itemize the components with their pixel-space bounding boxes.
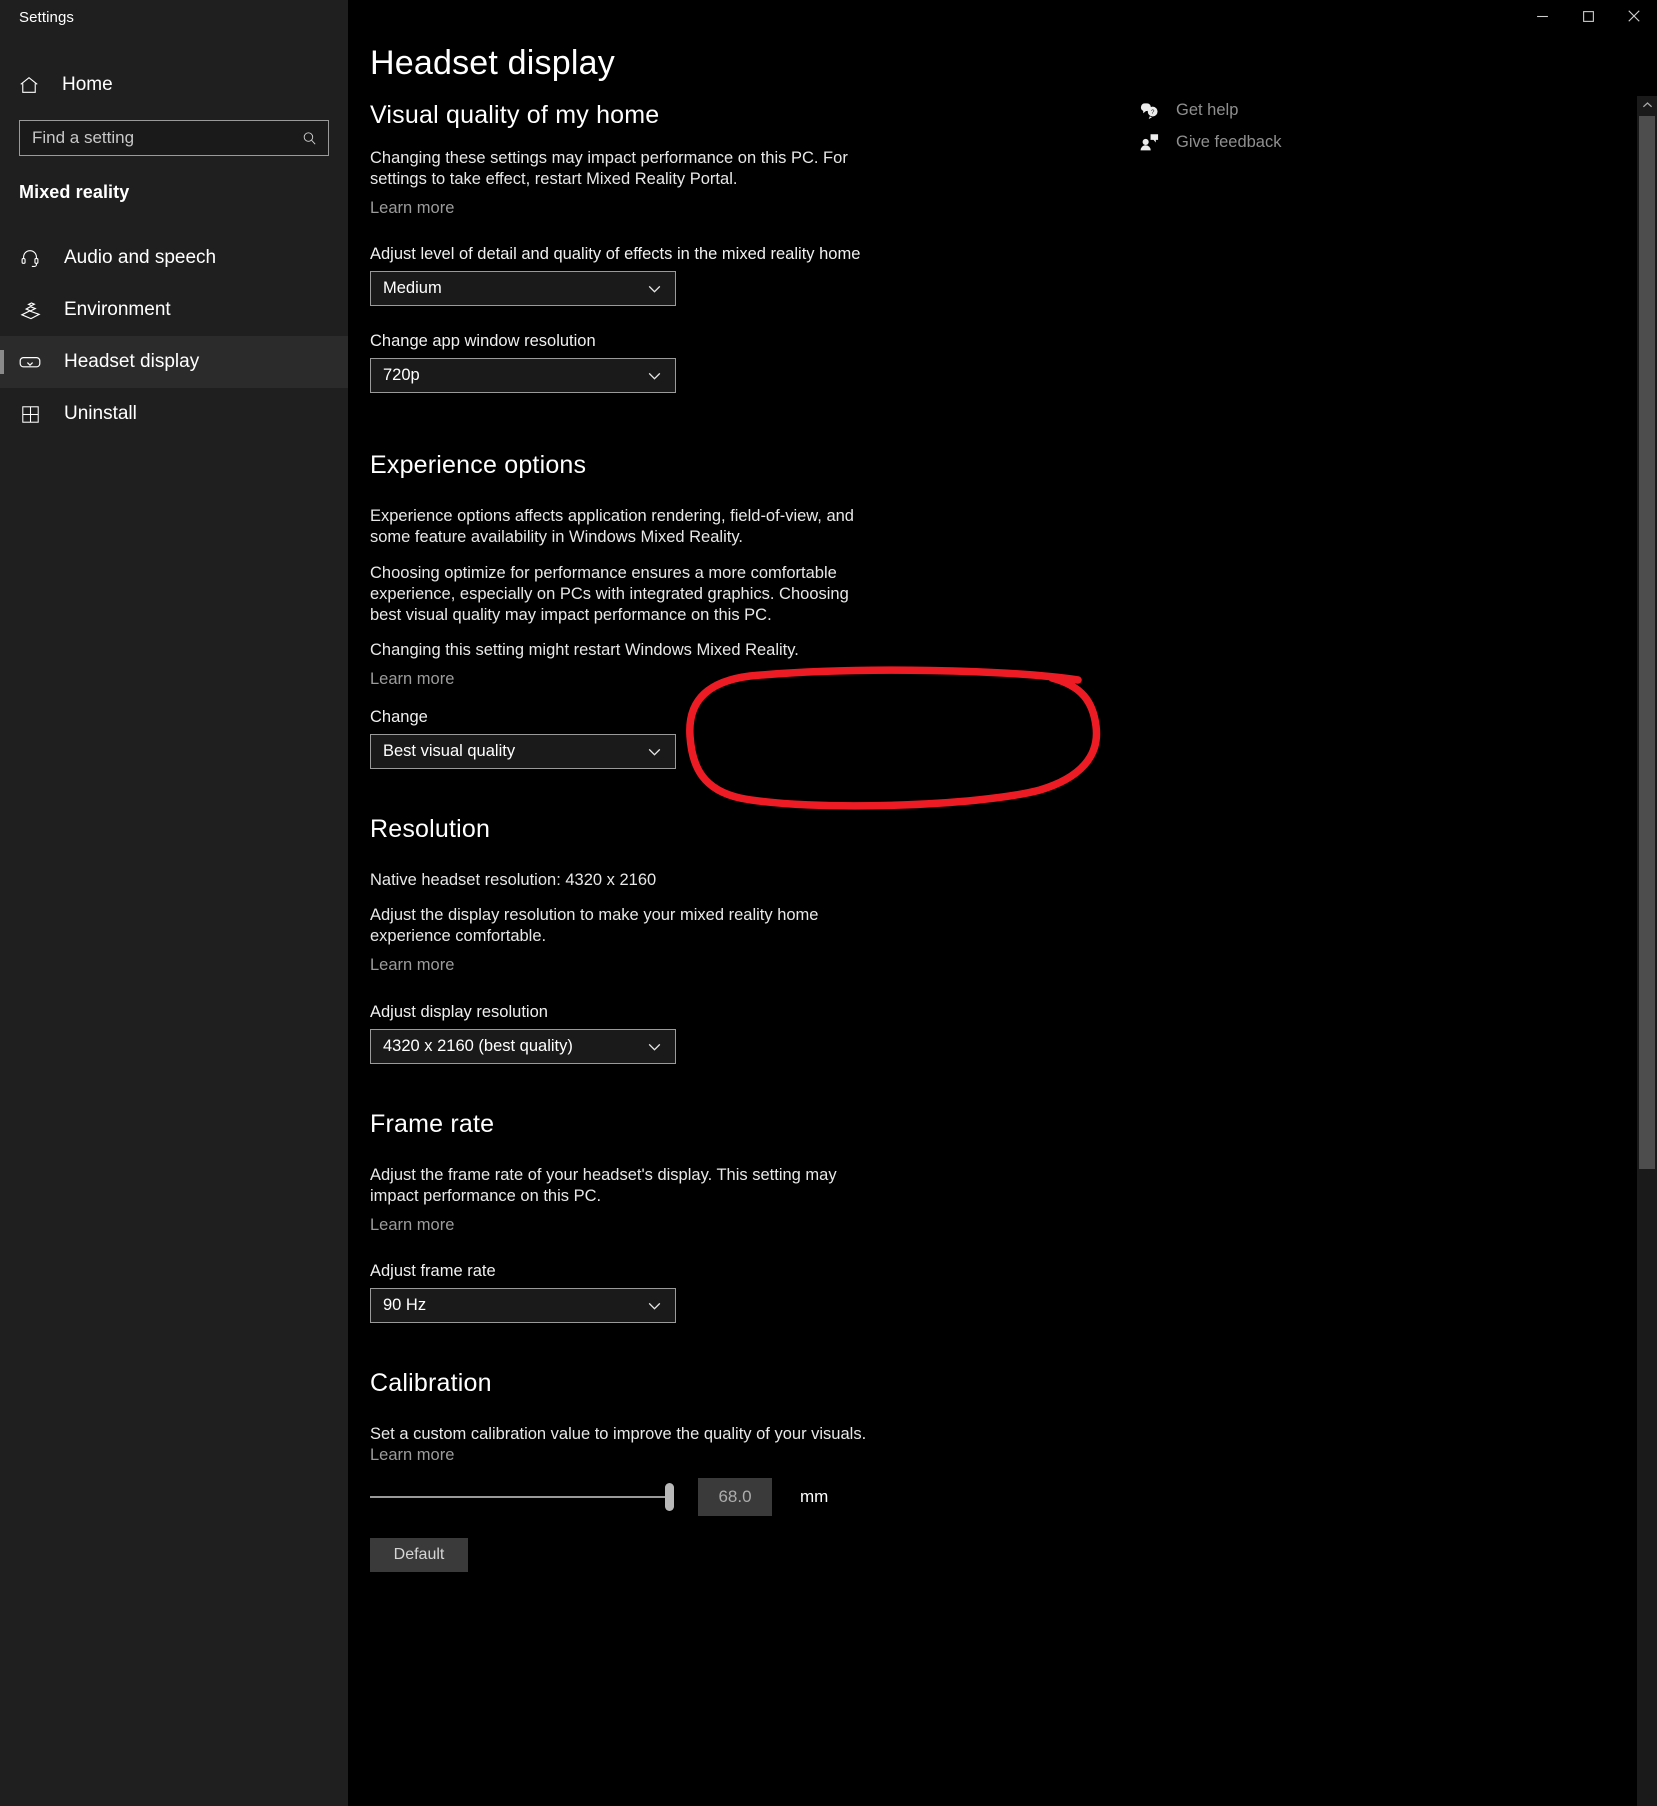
sidebar-item-environment[interactable]: Environment — [0, 284, 348, 336]
scroll-up-arrow-icon[interactable] — [1637, 96, 1657, 114]
app-window-resolution-value: 720p — [383, 366, 420, 385]
headset-display-icon — [17, 350, 43, 374]
headset-icon — [17, 247, 43, 269]
experience-options-paragraph-2: Choosing optimize for performance ensure… — [370, 563, 849, 624]
slider-thumb[interactable] — [665, 1483, 674, 1512]
search-icon — [300, 129, 318, 147]
app-title: Settings — [19, 9, 74, 26]
settings-window: Settings Home Mixed reality — [0, 0, 1657, 1806]
calibration-description: Set a custom calibration value to improv… — [370, 1424, 867, 1443]
window-titlebar — [348, 0, 1657, 32]
section-frame-rate-heading: Frame rate — [370, 1109, 495, 1138]
adjust-display-resolution-label: Adjust display resolution — [370, 1002, 548, 1021]
native-headset-resolution-text: Native headset resolution: 4320 x 2160 — [370, 871, 657, 890]
chevron-down-icon — [646, 280, 663, 297]
change-experience-label: Change — [370, 708, 428, 727]
sidebar-item-home-label: Home — [62, 74, 113, 95]
detail-quality-value: Medium — [383, 279, 442, 298]
uninstall-icon — [17, 404, 43, 425]
sidebar: Settings Home Mixed reality — [0, 0, 348, 1806]
main-content: ? Get help Give feedback Headset display — [348, 0, 1657, 1806]
chevron-down-icon — [646, 1297, 663, 1314]
detail-quality-label: Adjust level of detail and quality of ef… — [370, 245, 861, 264]
change-experience-value: Best visual quality — [383, 742, 516, 761]
calibration-value-field[interactable]: 68.0 — [698, 1478, 772, 1517]
environment-icon — [17, 299, 43, 322]
section-visual-quality-heading: Visual quality of my home — [370, 101, 660, 129]
experience-options-learn-more-link[interactable]: Learn more — [370, 670, 454, 688]
scrollbar-thumb[interactable] — [1639, 116, 1655, 1169]
chevron-down-icon — [646, 743, 663, 760]
change-experience-dropdown[interactable]: Best visual quality — [370, 734, 676, 770]
experience-options-paragraph-3: Changing this setting might restart Wind… — [370, 640, 799, 659]
sidebar-item-uninstall-label: Uninstall — [64, 403, 137, 424]
visual-quality-description: Changing these settings may impact perfo… — [370, 149, 848, 189]
adjust-frame-rate-value: 90 Hz — [383, 1295, 427, 1314]
adjust-display-resolution-value: 4320 x 2160 (best quality) — [383, 1036, 573, 1055]
calibration-unit-label: mm — [800, 1487, 829, 1507]
chevron-down-icon — [646, 1038, 663, 1055]
sidebar-item-headset-display[interactable]: Headset display — [0, 336, 348, 388]
calibration-slider-row: 68.0 mm — [370, 1478, 1621, 1517]
frame-rate-learn-more-link[interactable]: Learn more — [370, 1216, 454, 1234]
sidebar-nav-list: Audio and speech Environment Headset dis… — [0, 232, 348, 440]
adjust-display-resolution-dropdown[interactable]: 4320 x 2160 (best quality) — [370, 1028, 676, 1064]
search-box[interactable] — [19, 120, 329, 156]
search-input[interactable] — [20, 128, 328, 148]
vertical-scrollbar[interactable] — [1637, 96, 1657, 1806]
sidebar-item-environment-label: Environment — [64, 299, 171, 320]
maximize-button[interactable] — [1565, 0, 1611, 32]
section-experience-options-heading: Experience options — [370, 451, 587, 480]
app-window-resolution-dropdown[interactable]: 720p — [370, 358, 676, 394]
sidebar-item-uninstall[interactable]: Uninstall — [0, 388, 348, 440]
calibration-learn-more-link[interactable]: Learn more — [370, 1446, 454, 1464]
chevron-down-icon — [646, 367, 663, 384]
frame-rate-description: Adjust the frame rate of your headset's … — [370, 1165, 837, 1205]
sidebar-group-header: Mixed reality — [19, 182, 130, 202]
adjust-frame-rate-dropdown[interactable]: 90 Hz — [370, 1287, 676, 1323]
page-title: Headset display — [370, 44, 615, 82]
home-icon — [17, 74, 41, 96]
section-resolution-heading: Resolution — [370, 815, 491, 844]
sidebar-item-audio-and-speech-label: Audio and speech — [64, 247, 217, 268]
sidebar-item-audio-and-speech[interactable]: Audio and speech — [0, 232, 348, 284]
sidebar-item-headset-display-label: Headset display — [64, 351, 200, 372]
settings-scroll-area: Headset display Visual quality of my hom… — [348, 0, 1621, 1806]
resolution-description: Adjust the display resolution to make yo… — [370, 906, 819, 946]
section-calibration-heading: Calibration — [370, 1368, 492, 1397]
adjust-frame-rate-label: Adjust frame rate — [370, 1261, 496, 1280]
app-window-resolution-label: Change app window resolution — [370, 332, 596, 351]
experience-options-paragraph-1: Experience options affects application r… — [370, 507, 854, 547]
close-button[interactable] — [1611, 0, 1657, 32]
resolution-learn-more-link[interactable]: Learn more — [370, 956, 454, 974]
calibration-default-button[interactable]: Default — [370, 1538, 468, 1573]
sidebar-item-home[interactable]: Home — [0, 66, 348, 104]
calibration-slider[interactable] — [370, 1481, 674, 1513]
minimize-button[interactable] — [1519, 0, 1565, 32]
slider-track — [370, 1496, 670, 1499]
detail-quality-dropdown[interactable]: Medium — [370, 271, 676, 307]
visual-quality-learn-more-link[interactable]: Learn more — [370, 199, 454, 217]
